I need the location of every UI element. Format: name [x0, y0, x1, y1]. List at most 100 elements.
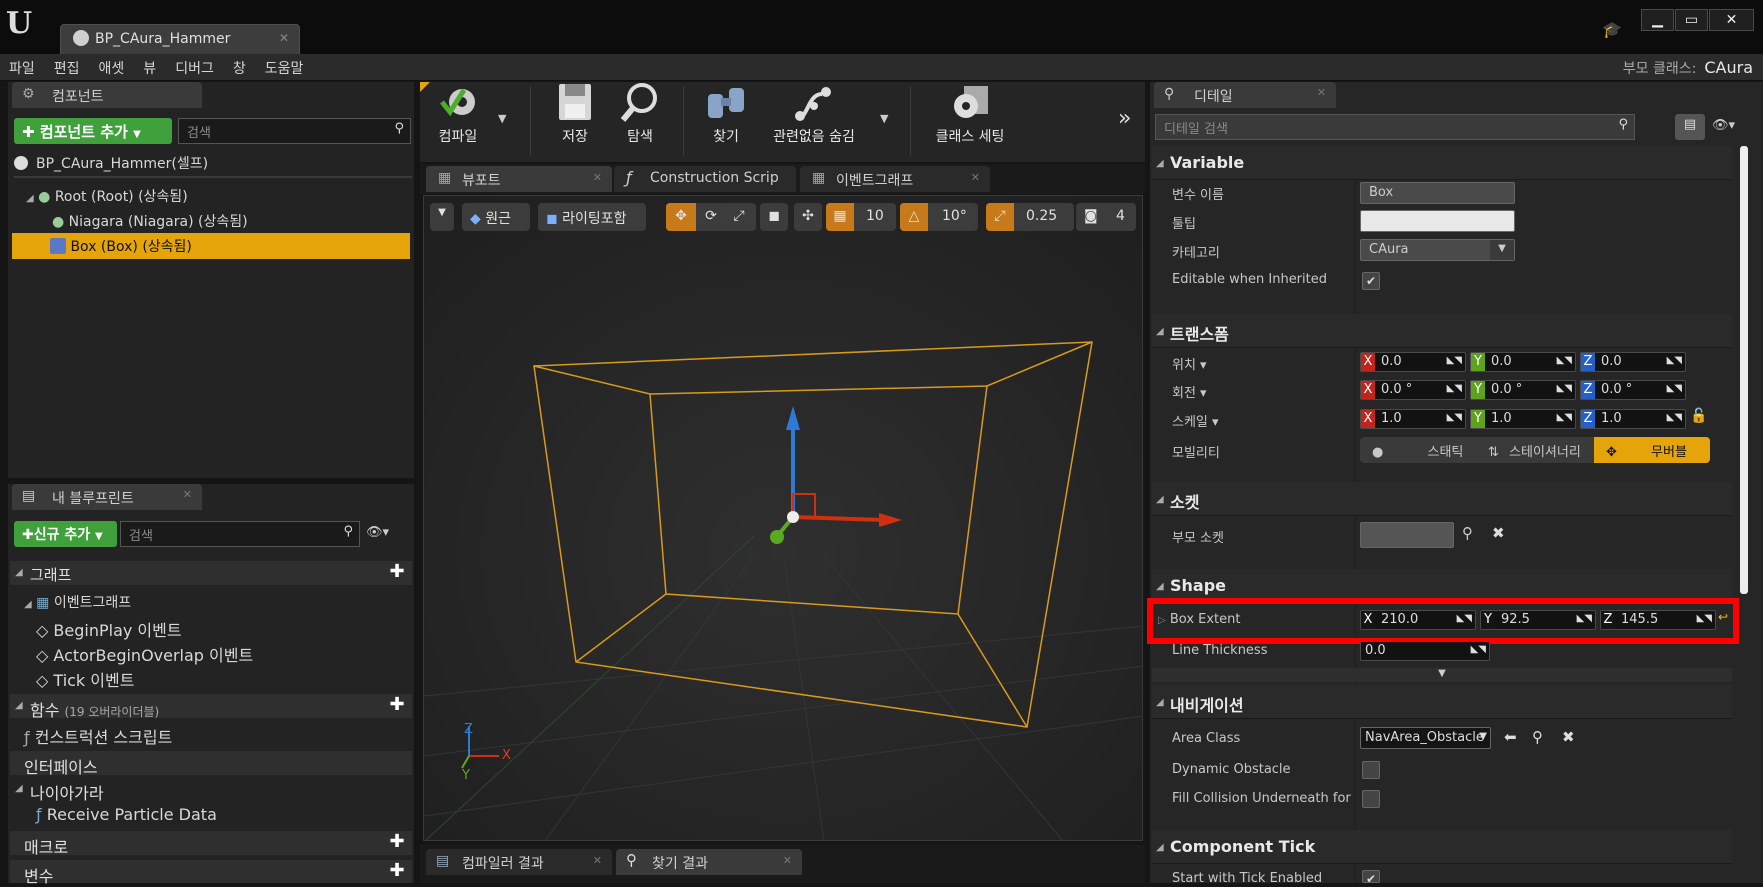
add-variable-button[interactable]: ✚ [388, 862, 406, 881]
start-tick-checkbox[interactable]: ✔ [1362, 870, 1380, 886]
scale-x-field[interactable]: X 1.0 ◣◥ [1360, 409, 1466, 429]
sockets-section[interactable]: ◢ 소켓 [1152, 482, 1732, 516]
location-x-field[interactable]: X 0.0 ◣◥ [1360, 352, 1466, 372]
functions-section[interactable]: ◢ 함수 (19 오버라이더블) ✚ [10, 694, 412, 720]
menu-debug[interactable]: 디버그 [166, 54, 224, 78]
details-scrollbar[interactable] [1740, 146, 1748, 594]
socket-browse-icon[interactable]: ⚲ [1462, 524, 1473, 542]
viewport-options-button[interactable]: ▼ [430, 203, 454, 231]
rotate-icon[interactable]: ⟳ [698, 208, 724, 224]
rotation-label[interactable]: 회전 ▾ [1172, 382, 1207, 401]
blueprint-search-input[interactable]: 검색 ⚲ [120, 521, 360, 547]
class-settings-button[interactable]: 클래스 세팅 [928, 80, 1012, 146]
components-search-input[interactable]: 검색 ⚲ [178, 118, 411, 144]
tab-event-graph[interactable]: ▦ 이벤트그래프 ✕ [800, 166, 990, 192]
angle-snap-icon[interactable]: △ [900, 203, 928, 231]
use-selected-icon[interactable]: ⬅ [1504, 728, 1517, 746]
translate-icon[interactable]: ✥ [666, 203, 696, 231]
tab-details[interactable]: ⚲ 디테일 ✕ [1154, 82, 1336, 108]
box-extent-label[interactable]: ▷ Box Extent [1158, 612, 1240, 627]
close-tab-icon[interactable]: ✕ [971, 171, 980, 184]
component-self-item[interactable]: BP_CAura_Hammer(셀프) [14, 150, 412, 174]
add-component-button[interactable]: ✚ 컴포넌트 추가 ▼ [14, 118, 172, 144]
scale-z-field[interactable]: Z 1.0 ◣◥ [1580, 409, 1686, 429]
parent-socket-field[interactable] [1360, 522, 1454, 548]
mobility-stationary-option[interactable]: ⇅ 스테이셔너리 [1478, 437, 1594, 463]
component-tick-section[interactable]: ◢ Component Tick [1152, 830, 1732, 864]
menu-help[interactable]: 도움말 [256, 54, 314, 78]
close-tab-icon[interactable]: ✕ [279, 31, 289, 45]
viewport[interactable] [423, 195, 1143, 841]
parent-class-link[interactable]: CAura [1704, 58, 1753, 77]
compile-button[interactable]: 컴파일 [428, 80, 488, 146]
location-z-field[interactable]: Z 0.0 ◣◥ [1580, 352, 1686, 372]
menu-edit[interactable]: 편집 [45, 54, 90, 78]
clear-icon[interactable]: ✖ [1562, 728, 1575, 746]
event-item[interactable]: ◇ ActorBeginOverlap 이벤트 [14, 639, 412, 665]
browse-icon[interactable]: ⚲ [1532, 728, 1543, 746]
scale-snap-group[interactable]: ⤢ 0.25 [986, 203, 1074, 231]
editable-inherited-checkbox[interactable]: ✔ [1362, 272, 1380, 290]
clear-icon[interactable]: ✖ [1492, 524, 1505, 542]
lock-icon[interactable]: 🔓 [1690, 408, 1707, 424]
scale-icon[interactable]: ⤢ [726, 208, 752, 224]
surface-snap-button[interactable]: ✣ [794, 203, 822, 231]
variable-section[interactable]: ◢ Variable [1152, 146, 1732, 180]
tab-find-results[interactable]: ⚲ 찾기 결과 ✕ [616, 849, 802, 875]
event-item[interactable]: ◇ Tick 이벤트 [14, 664, 412, 690]
component-item-box[interactable]: Box (Box) (상속됨) [12, 233, 410, 259]
box-extent-z-field[interactable]: Z 145.5 ◣◥ [1600, 610, 1716, 630]
tab-my-blueprint[interactable]: ▤ 내 블루프린트 ✕ [12, 484, 202, 510]
variables-section[interactable]: 변수 ✚ [10, 860, 412, 886]
grid-snap-group[interactable]: ▦ 10 [826, 203, 896, 231]
mobility-movable-option[interactable]: ✥ 무버블 [1594, 437, 1710, 463]
graph-section[interactable]: ◢ 그래프 ✚ [10, 561, 412, 585]
compile-options-arrow-icon[interactable]: ▼ [498, 112, 506, 125]
perspective-button[interactable]: ◆ 원근 [462, 203, 530, 231]
document-tab[interactable]: BP_CAura_Hammer ✕ [60, 24, 300, 54]
add-new-button[interactable]: ✚신규 추가 ▼ [14, 521, 117, 547]
dynamic-obstacle-checkbox[interactable] [1362, 761, 1380, 779]
tooltip-field[interactable] [1360, 210, 1515, 232]
scale-y-field[interactable]: Y 1.0 ◣◥ [1470, 409, 1576, 429]
reset-to-default-icon[interactable]: ↩ [1718, 610, 1728, 624]
close-tab-icon[interactable]: ✕ [593, 171, 602, 184]
advanced-expand-icon[interactable]: ▼ [1152, 668, 1732, 682]
learn-icon[interactable]: 🎓 [1602, 20, 1624, 40]
location-y-field[interactable]: Y 0.0 ◣◥ [1470, 352, 1576, 372]
find-button[interactable]: 찾기 [696, 80, 756, 146]
component-item-root[interactable]: ◢ ● Root (Root) (상속됨) [14, 183, 412, 207]
save-button[interactable]: 저장 [545, 80, 605, 146]
lit-mode-button[interactable]: ◼ 라이팅포함 [538, 203, 646, 231]
navigation-section[interactable]: ◢ 내비게이션 [1152, 685, 1732, 719]
grid-snap-icon[interactable]: ▦ [826, 203, 854, 231]
rotation-y-field[interactable]: Y 0.0 ° ◣◥ [1470, 380, 1576, 400]
component-item-niagara[interactable]: ● Niagara (Niagara) (상속됨) [14, 208, 412, 232]
line-thickness-field[interactable]: 0.0 ◣◥ [1360, 641, 1490, 661]
world-local-button[interactable]: ◼ [760, 203, 788, 231]
tab-construction-script[interactable]: ƒ Construction Scrip [614, 166, 796, 192]
menu-window[interactable]: 창 [224, 54, 256, 78]
close-tab-icon[interactable]: ✕ [183, 488, 192, 501]
construction-script-item[interactable]: ƒ 컨스트럭션 스크립트 [14, 721, 412, 747]
toolbar-overflow-icon[interactable]: » [1118, 106, 1131, 131]
fill-collision-checkbox[interactable] [1362, 790, 1380, 808]
add-macro-button[interactable]: ✚ [388, 833, 406, 852]
area-class-dropdown[interactable]: NavArea_Obstacle ▼ [1360, 727, 1491, 749]
tab-components[interactable]: ⚙ 컴포넌트 [12, 82, 202, 108]
close-tab-icon[interactable]: ✕ [593, 854, 602, 867]
box-extent-x-field[interactable]: X 210.0 ◣◥ [1360, 610, 1476, 630]
rotation-x-field[interactable]: X 0.0 ° ◣◥ [1360, 380, 1466, 400]
location-label[interactable]: 위치 ▾ [1172, 354, 1207, 373]
scale-snap-icon[interactable]: ⤢ [986, 203, 1014, 231]
menu-view[interactable]: 뷰 [134, 54, 166, 78]
hide-unrelated-options-arrow-icon[interactable]: ▼ [880, 112, 888, 125]
event-graph-item[interactable]: ◢ ▦ 이벤트그래프 [14, 589, 412, 613]
add-graph-button[interactable]: ✚ [388, 563, 406, 582]
camera-speed-button[interactable]: ◙ 4 [1076, 203, 1136, 231]
niagara-function-item[interactable]: ƒ Receive Particle Data [14, 802, 412, 826]
maximize-button[interactable]: ▭ [1675, 9, 1708, 31]
rotation-snap-group[interactable]: △ 10° [900, 203, 978, 231]
category-dropdown[interactable]: CAura ▼ [1360, 239, 1515, 261]
close-tab-icon[interactable]: ✕ [1317, 86, 1326, 99]
